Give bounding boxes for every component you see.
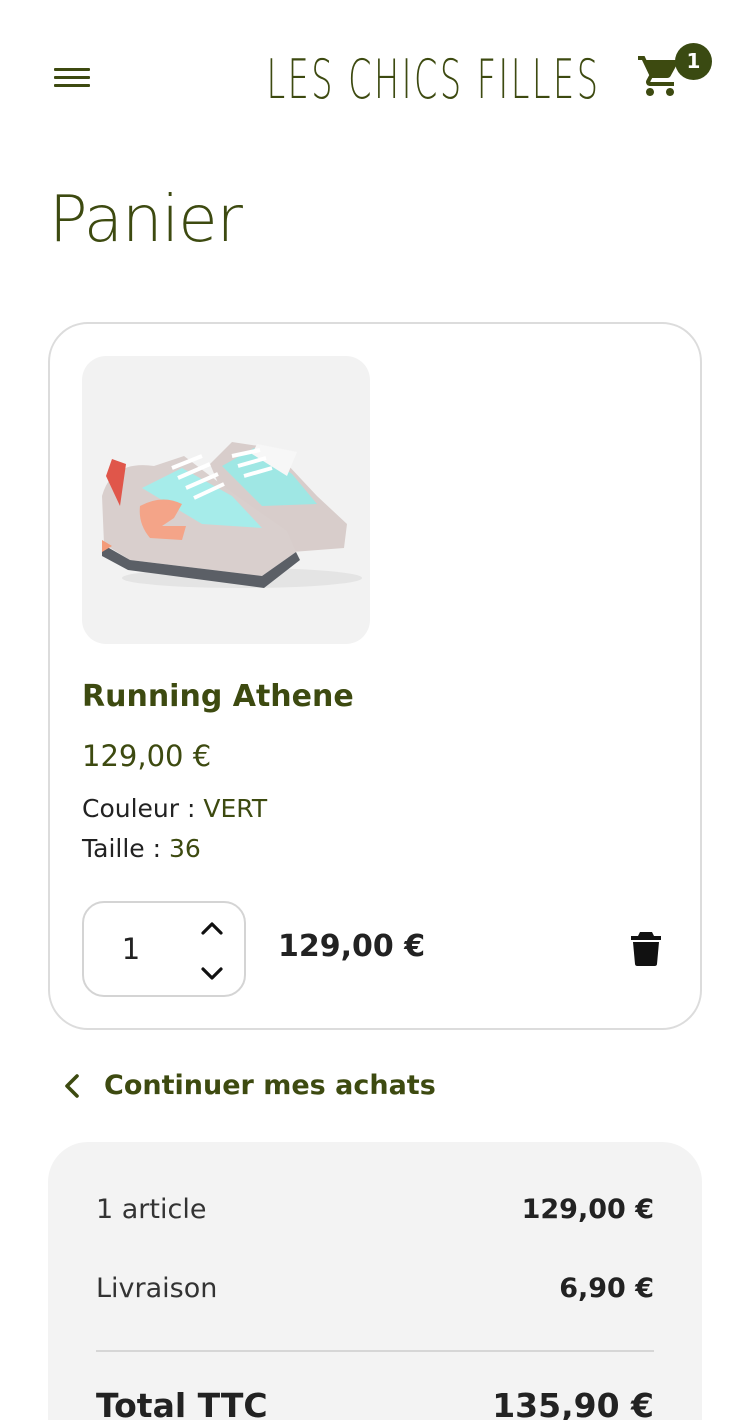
sneaker-illustration: [102, 442, 362, 588]
trash-icon: [631, 932, 661, 966]
line-total: 129,00 €: [278, 929, 426, 964]
quantity-decrease-button[interactable]: [199, 963, 225, 985]
product-color: Couleur : VERT: [82, 792, 267, 826]
items-count-label: 1 article: [96, 1194, 207, 1225]
quantity-value[interactable]: 1: [120, 931, 142, 967]
page-title: Panier: [49, 183, 243, 257]
total-label: Total TTC: [96, 1386, 268, 1420]
summary-divider: [96, 1350, 654, 1352]
hamburger-icon-line: [54, 68, 90, 71]
chevron-up-icon: [201, 922, 223, 935]
site-logo[interactable]: LES CHICS FILLES: [267, 48, 598, 112]
cart-item-card: Running Athene 129,00 € Couleur : VERT T…: [48, 322, 702, 1030]
continue-shopping-link[interactable]: Continuer mes achats: [62, 1066, 436, 1106]
total-amount: 135,90 €: [492, 1386, 654, 1420]
quantity-increase-button[interactable]: [199, 917, 225, 939]
order-summary: 1 article 129,00 € Livraison 6,90 € Tota…: [48, 1142, 702, 1420]
items-subtotal: 129,00 €: [521, 1194, 654, 1225]
hamburger-icon-line: [54, 76, 90, 79]
size-value: 36: [169, 834, 201, 863]
hamburger-icon-line: [54, 84, 90, 87]
summary-row-items: 1 article 129,00 €: [96, 1190, 654, 1230]
product-size: Taille : 36: [82, 832, 201, 866]
summary-row-shipping: Livraison 6,90 €: [96, 1269, 654, 1309]
cart-count-badge: 1: [675, 43, 712, 80]
chevron-down-icon: [201, 967, 223, 980]
size-label: Taille :: [82, 834, 162, 863]
quantity-stepper[interactable]: 1: [82, 901, 246, 997]
color-value: VERT: [203, 794, 268, 823]
chevron-left-icon: [65, 1074, 79, 1098]
product-name[interactable]: Running Athene: [82, 677, 354, 717]
menu-button[interactable]: [52, 66, 92, 96]
shipping-label: Livraison: [96, 1273, 218, 1304]
product-image[interactable]: [82, 356, 370, 644]
site-header: LES CHICS FILLES 1: [0, 0, 750, 150]
product-unit-price: 129,00 €: [82, 739, 212, 773]
summary-row-total: Total TTC 135,90 €: [96, 1386, 654, 1420]
shipping-amount: 6,90 €: [559, 1273, 654, 1304]
remove-item-button[interactable]: [630, 931, 662, 967]
color-label: Couleur :: [82, 794, 196, 823]
continue-shopping-label: Continuer mes achats: [104, 1070, 436, 1101]
